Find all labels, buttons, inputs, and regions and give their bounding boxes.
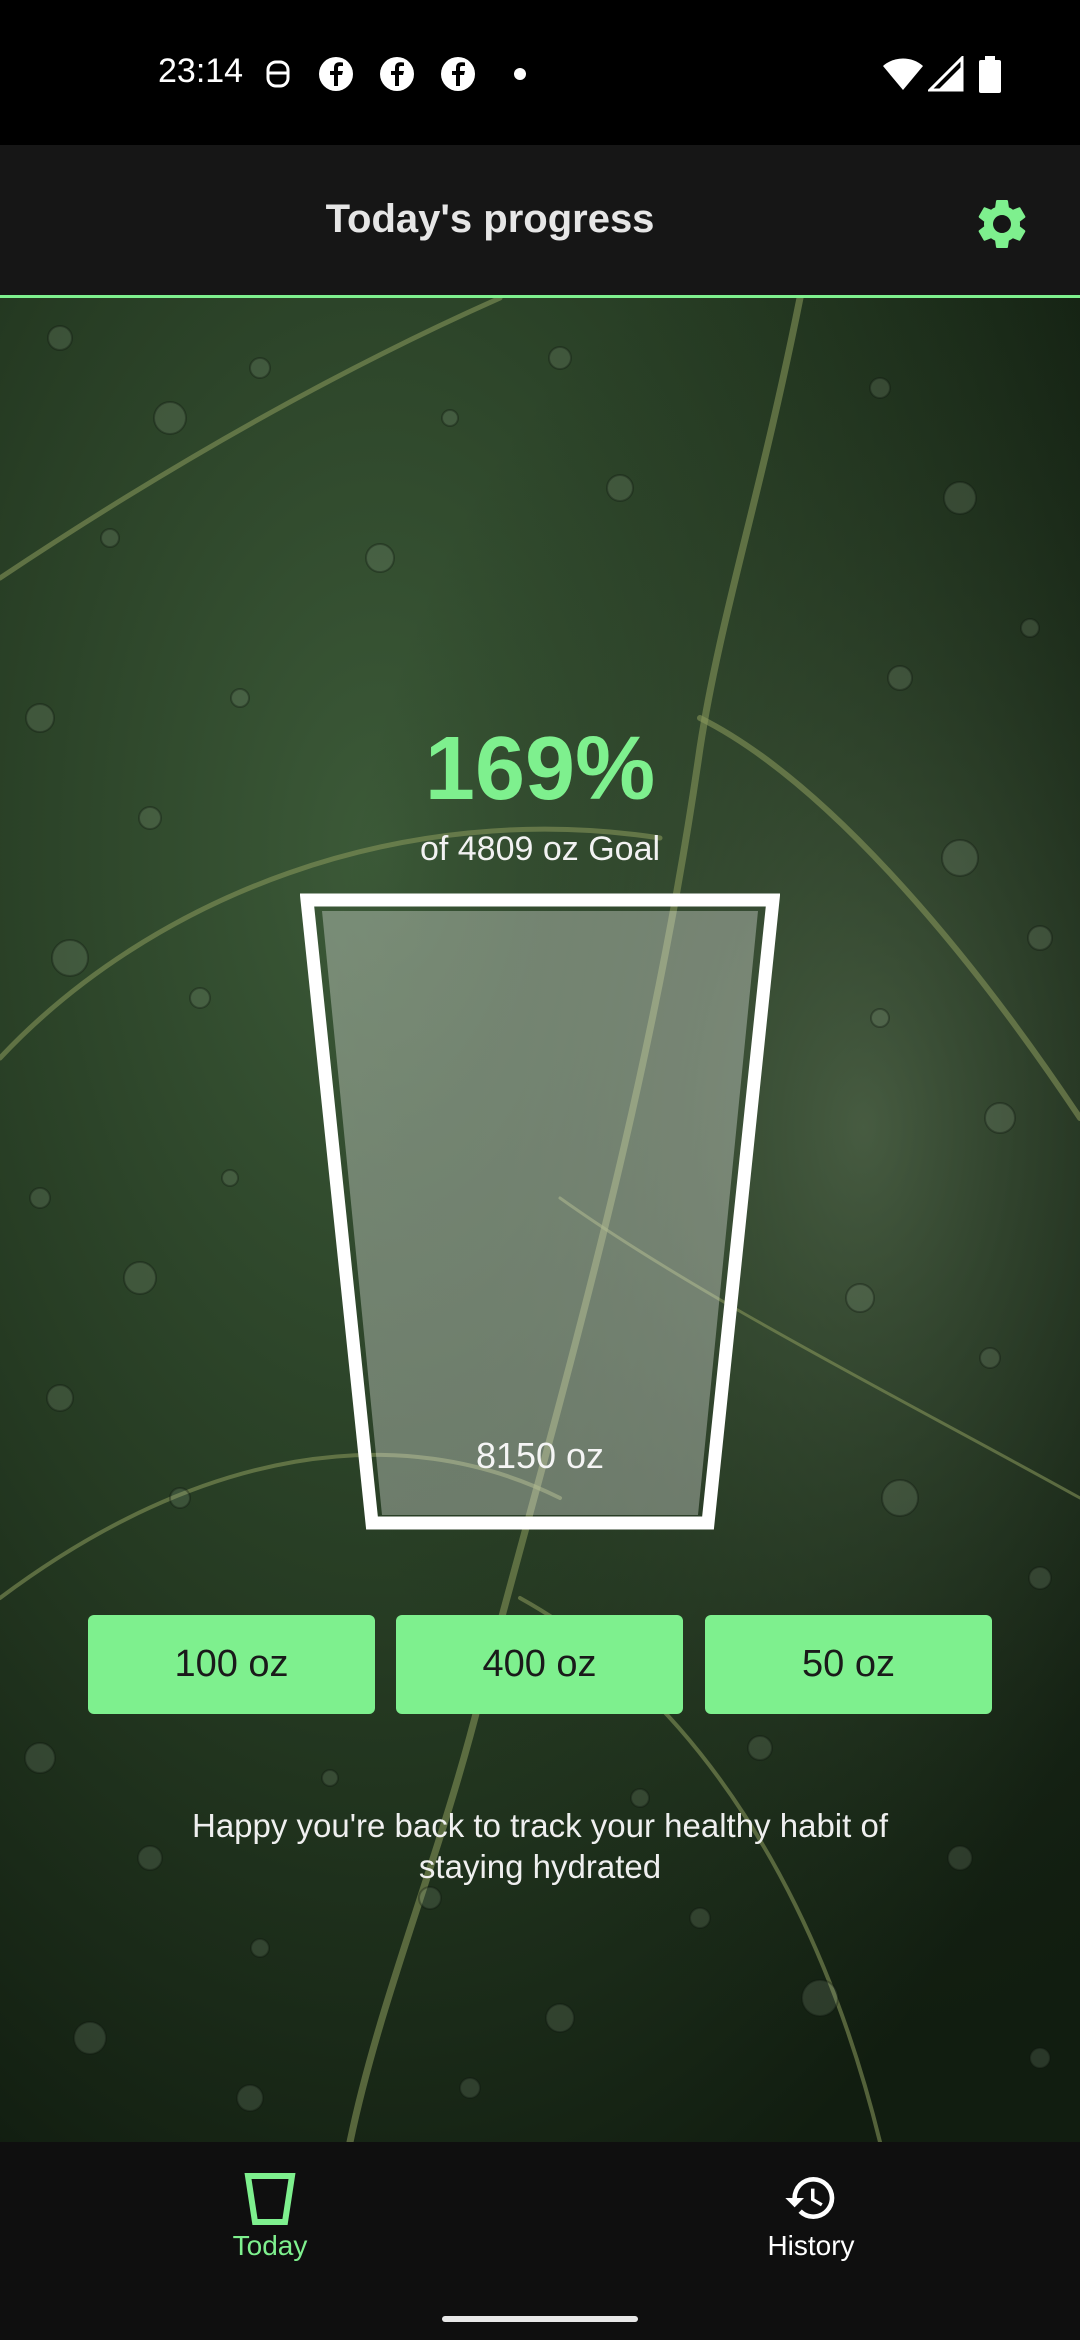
- nav-label-today: Today: [232, 2230, 308, 2261]
- cup-amount: 8150 oz: [475, 1435, 605, 1476]
- progress-percent: 169%: [424, 719, 656, 819]
- app-bar: Today's progress: [0, 145, 1080, 298]
- dot-icon: [514, 68, 526, 80]
- wifi-icon: [883, 58, 923, 90]
- nav-item-history[interactable]: History: [711, 2170, 911, 2290]
- welcome-message: Happy you're back to track your healthy …: [191, 1807, 888, 1885]
- status-bar: 23:14: [0, 0, 1080, 145]
- add-400-oz-button[interactable]: 400 oz: [396, 1615, 683, 1714]
- bottom-navigation: Today History: [0, 2142, 1080, 2340]
- gear-icon[interactable]: [972, 194, 1032, 254]
- goal-text: of 4809 oz Goal: [419, 830, 661, 868]
- facebook-icon: [319, 57, 353, 91]
- cup-icon: [244, 2173, 296, 2225]
- home-indicator[interactable]: [442, 2316, 638, 2322]
- add-100-oz-button[interactable]: 100 oz: [88, 1615, 375, 1714]
- notification-icon: [266, 60, 290, 88]
- facebook-icon: [441, 57, 475, 91]
- battery-icon: [979, 56, 1001, 93]
- history-icon: [785, 2177, 835, 2219]
- status-time: 23:14: [158, 52, 244, 90]
- facebook-icon: [380, 57, 414, 91]
- add-50-oz-button[interactable]: 50 oz: [705, 1615, 992, 1714]
- nav-label-history: History: [767, 2230, 855, 2261]
- page-title: Today's progress: [325, 197, 655, 241]
- signal-icon: [928, 56, 964, 92]
- nav-item-today[interactable]: Today: [170, 2170, 370, 2290]
